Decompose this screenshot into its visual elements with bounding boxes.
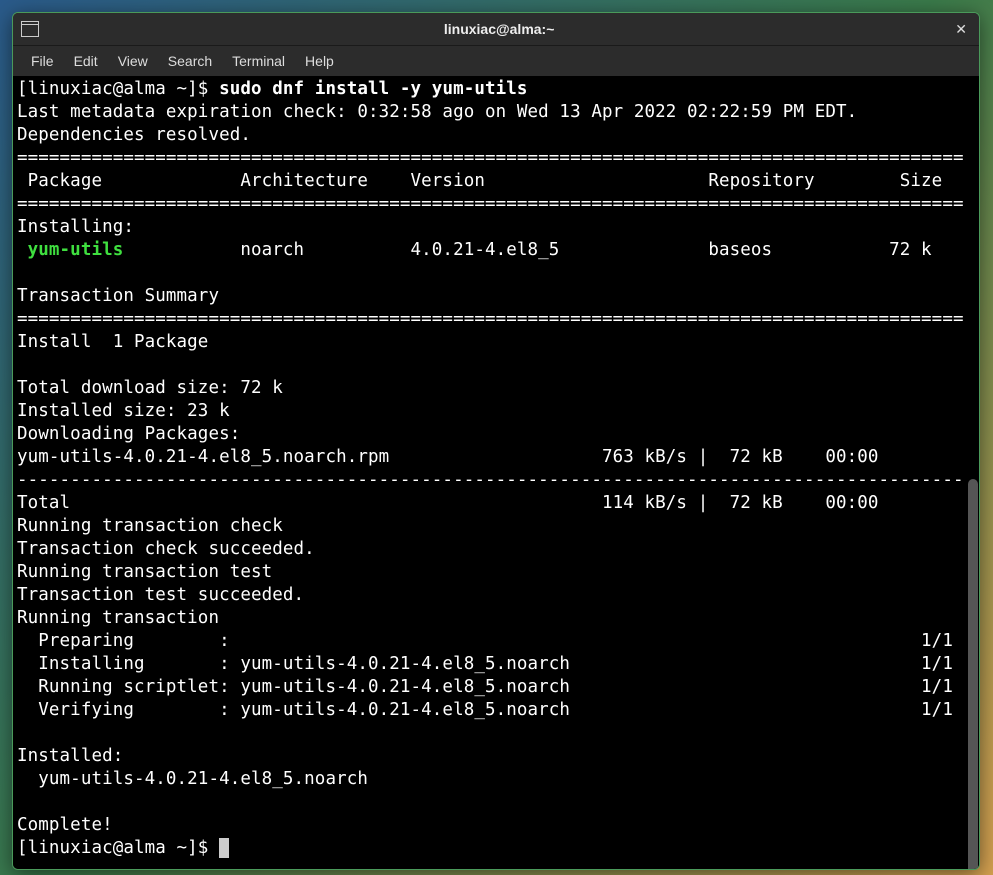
separator: ========================================…	[17, 194, 964, 214]
separator: ========================================…	[17, 148, 964, 168]
separator: ========================================…	[17, 309, 964, 329]
output-line: Running transaction	[17, 608, 219, 628]
output-line: Downloading Packages:	[17, 424, 240, 444]
output-line: Running scriptlet: yum-utils-4.0.21-4.el…	[17, 677, 953, 697]
package-details: noarch 4.0.21-4.el8_5 baseos 72 k	[123, 240, 931, 260]
package-name: yum-utils	[17, 240, 123, 260]
titlebar[interactable]: linuxiac@alma:~ ✕	[13, 13, 979, 46]
scrollbar[interactable]	[968, 479, 978, 870]
menu-terminal[interactable]: Terminal	[222, 49, 295, 73]
output-line: Dependencies resolved.	[17, 125, 251, 145]
menu-edit[interactable]: Edit	[64, 49, 108, 73]
output-line: Running transaction check	[17, 516, 283, 536]
close-icon[interactable]: ✕	[951, 21, 971, 38]
cursor	[219, 838, 229, 858]
terminal-icon	[21, 21, 39, 37]
menubar: File Edit View Search Terminal Help	[13, 46, 979, 76]
prompt: [linuxiac@alma ~]$	[17, 838, 219, 858]
output-line: Installed size: 23 k	[17, 401, 230, 421]
output-line: Preparing : 1/1	[17, 631, 953, 651]
menu-search[interactable]: Search	[158, 49, 222, 73]
output-line: Transaction test succeeded.	[17, 585, 304, 605]
output-line: yum-utils-4.0.21-4.el8_5.noarch	[17, 769, 368, 789]
terminal-window: linuxiac@alma:~ ✕ File Edit View Search …	[12, 12, 980, 870]
menu-file[interactable]: File	[21, 49, 64, 73]
terminal-output[interactable]: [linuxiac@alma ~]$ sudo dnf install -y y…	[13, 76, 979, 869]
command: sudo dnf install -y yum-utils	[219, 79, 527, 99]
output-line: Verifying : yum-utils-4.0.21-4.el8_5.noa…	[17, 700, 953, 720]
prompt: [linuxiac@alma ~]$	[17, 79, 219, 99]
separator: ----------------------------------------…	[17, 470, 964, 490]
output-line: Complete!	[17, 815, 113, 835]
output-line: Installing : yum-utils-4.0.21-4.el8_5.no…	[17, 654, 953, 674]
menu-view[interactable]: View	[108, 49, 158, 73]
output-line: Installed:	[17, 746, 123, 766]
output-line: Transaction check succeeded.	[17, 539, 315, 559]
output-line: Total download size: 72 k	[17, 378, 283, 398]
output-line: Installing:	[17, 217, 134, 237]
output-line: Running transaction test	[17, 562, 272, 582]
output-line: Total 114 kB/s | 72 kB 00:00	[17, 493, 879, 513]
window-title: linuxiac@alma:~	[47, 21, 951, 37]
output-line: Transaction Summary	[17, 286, 219, 306]
output-line: yum-utils-4.0.21-4.el8_5.noarch.rpm 763 …	[17, 447, 879, 467]
menu-help[interactable]: Help	[295, 49, 344, 73]
output-line: Install 1 Package	[17, 332, 208, 352]
output-line: Last metadata expiration check: 0:32:58 …	[17, 102, 857, 122]
table-header: Package Architecture Version Repository …	[17, 171, 942, 191]
